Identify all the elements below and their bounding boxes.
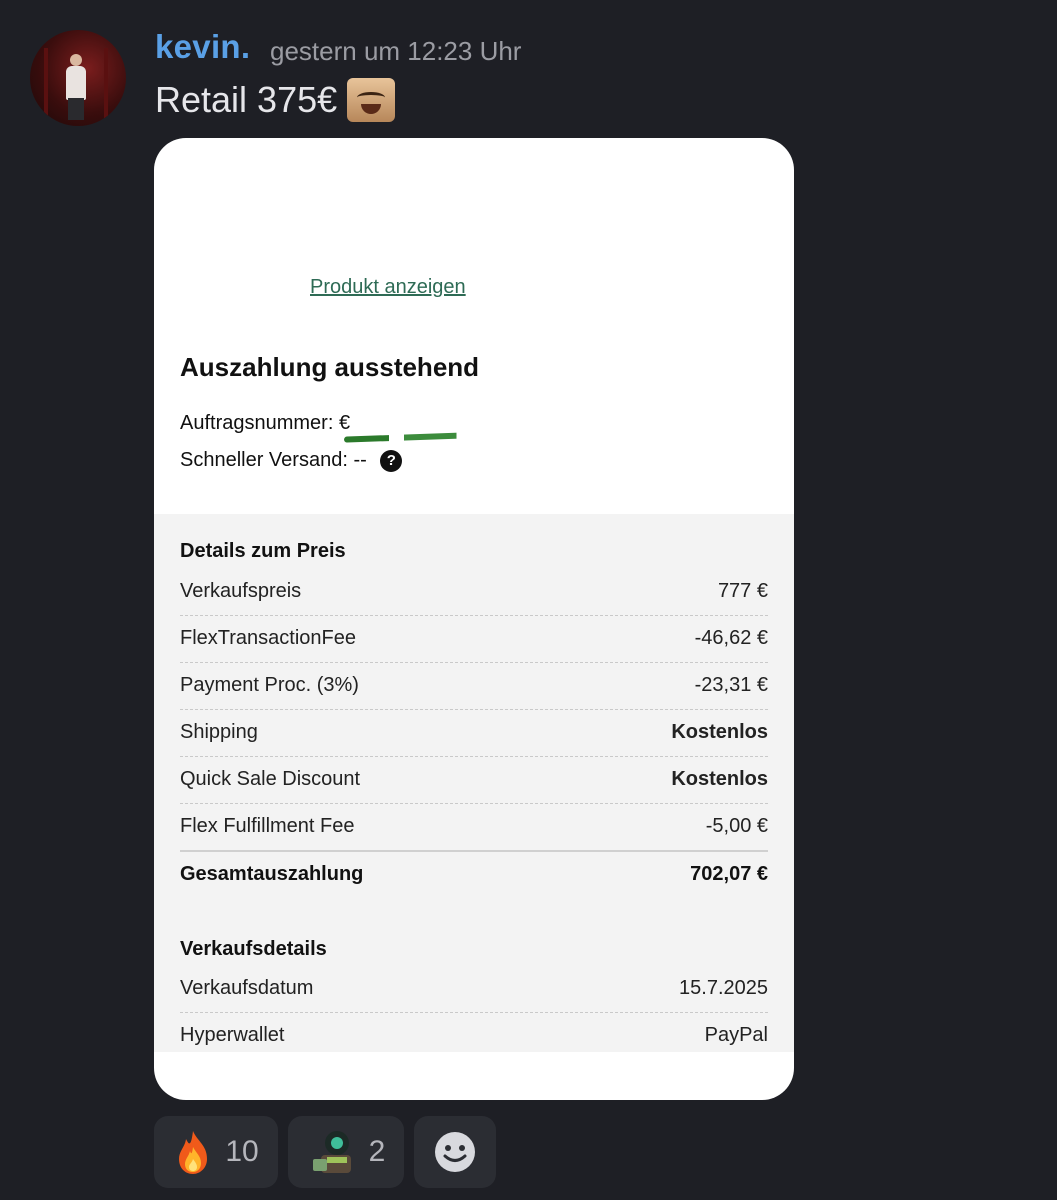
- row-label: Shipping: [180, 721, 258, 743]
- avatar-detail: [44, 48, 48, 118]
- row-label: Verkaufsdatum: [180, 977, 314, 999]
- reaction-count: 10: [225, 1135, 259, 1168]
- details-panel: Details zum Preis Verkaufspreis 777 € Fl…: [154, 514, 794, 1052]
- message-timestamp: gestern um 12:23 Uhr: [270, 36, 522, 66]
- username[interactable]: kevin.: [155, 28, 250, 66]
- shipping-line: Schneller Versand: -- ?: [180, 449, 403, 472]
- product-link[interactable]: Produkt anzeigen: [310, 276, 466, 299]
- fast-shipping-value: --: [353, 449, 367, 471]
- row-label: Hyperwallet: [180, 1024, 285, 1046]
- row-label: Quick Sale Discount: [180, 768, 361, 790]
- price-row: Flex Fulfillment Fee -5,00 €: [180, 803, 768, 852]
- payout-title: Auszahlung ausstehend: [180, 352, 480, 382]
- user-avatar[interactable]: [30, 30, 126, 126]
- row-value: 15.7.2025: [679, 977, 768, 999]
- price-row: FlexTransactionFee -46,62 €: [180, 615, 768, 663]
- row-value: -23,31 €: [694, 674, 768, 696]
- total-value: 702,07 €: [690, 863, 768, 885]
- total-label: Gesamtauszahlung: [180, 863, 364, 885]
- reaction-count: 2: [368, 1135, 386, 1168]
- row-label: FlexTransactionFee: [180, 627, 356, 649]
- row-value: Kostenlos: [671, 768, 768, 790]
- row-label: Payment Proc. (3%): [180, 674, 359, 696]
- avatar-detail: [104, 48, 108, 118]
- fire-icon: [173, 1129, 213, 1175]
- avatar-detail: [70, 54, 82, 66]
- total-payout-row: Gesamtauszahlung 702,07 €: [180, 851, 768, 898]
- add-reaction-icon: [434, 1131, 476, 1173]
- redaction-scribble: [343, 431, 495, 443]
- reaction-custom[interactable]: 2: [288, 1116, 404, 1188]
- laughing-man-emoji-icon: [347, 78, 396, 122]
- sale-details-heading: Verkaufsdetails: [180, 938, 327, 960]
- avatar-detail: [68, 98, 84, 120]
- row-label: Flex Fulfillment Fee: [180, 815, 355, 837]
- receipt-image[interactable]: Produkt anzeigen Auszahlung ausstehend A…: [154, 138, 794, 1100]
- order-number-value: €: [338, 412, 351, 434]
- price-row: Quick Sale Discount Kostenlos: [180, 756, 768, 804]
- row-label: Verkaufspreis: [180, 580, 302, 602]
- robot-emoji-icon: [307, 1127, 357, 1177]
- message-text-row: Retail 375€: [155, 78, 396, 122]
- row-value: Kostenlos: [671, 721, 768, 743]
- row-value: -5,00 €: [705, 815, 768, 837]
- row-value: -46,62 €: [694, 627, 768, 649]
- reactions-bar: 10 2: [154, 1116, 496, 1188]
- message-text: Retail 375€: [155, 79, 338, 120]
- price-row: Verkaufspreis 777 €: [180, 568, 768, 616]
- sale-row: Verkaufsdatum 15.7.2025: [180, 965, 768, 1013]
- order-number-line: Auftragsnummer: €: [180, 412, 350, 435]
- price-row: Payment Proc. (3%) -23,31 €: [180, 662, 768, 710]
- add-reaction-button[interactable]: [414, 1116, 496, 1188]
- reaction-fire[interactable]: 10: [154, 1116, 278, 1188]
- fast-shipping-label: Schneller Versand:: [180, 449, 348, 471]
- price-details-heading: Details zum Preis: [180, 540, 346, 562]
- avatar-detail: [66, 66, 86, 100]
- order-number-label: Auftragsnummer:: [180, 412, 334, 434]
- price-row: Shipping Kostenlos: [180, 709, 768, 757]
- help-icon[interactable]: ?: [380, 449, 403, 472]
- row-value: PayPal: [704, 1024, 768, 1046]
- sale-row: Hyperwallet PayPal: [180, 1012, 768, 1059]
- row-value: 777 €: [717, 580, 768, 602]
